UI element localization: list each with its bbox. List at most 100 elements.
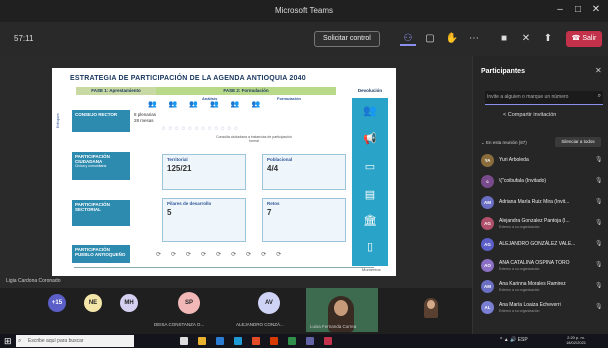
building-icon: 🏛	[363, 215, 377, 227]
mic-icon[interactable]: ✕	[518, 32, 534, 46]
teams-icon[interactable]	[306, 337, 314, 345]
more-participants-badge[interactable]: +15	[48, 294, 66, 312]
people-icon: 👥	[363, 105, 377, 117]
participant-name: \("coibufala (Invitado)	[499, 178, 547, 184]
request-control-button[interactable]: Solicitar control	[314, 31, 380, 47]
avatar: AO	[481, 259, 494, 272]
participant-strip: +15 NE MH SP DEISA CONSTANZA O... AV ALE…	[0, 288, 472, 334]
avatar: c	[481, 175, 494, 188]
tile-name: DEISA CONSTANZA O...	[154, 322, 205, 327]
avatar[interactable]: NE	[84, 294, 102, 312]
timeline-line	[74, 267, 374, 268]
meeting-circles-icons: ◌◌◌◌◌◌◌◌◌◌◌◌	[162, 126, 241, 132]
formulacion-subheader: Formulación	[277, 96, 302, 101]
participant-name: Alejandra Gonzalez Pantoja (I...	[499, 218, 570, 224]
presenter-name: Ligia Cardona Coronado	[6, 278, 61, 284]
mic-off-icon: 🎙	[595, 304, 603, 310]
participant-row[interactable]: AM Adriana María Ruiz Mira (Invit... 🎙	[481, 194, 605, 212]
windows-taskbar: ⊞ Escribe aquí para buscar ⌕ ^ ▲ 🔊 ESP 2…	[0, 334, 608, 348]
pilares-value: 5	[167, 208, 172, 217]
mute-all-button[interactable]: Silenciar a todos	[555, 137, 601, 147]
participant-row[interactable]: AL Ana María Loaiza Echeverri Externo a …	[481, 299, 605, 317]
panel-title: Participantes	[481, 68, 525, 75]
edge-icon[interactable]	[234, 337, 242, 345]
camera-icon[interactable]: ■	[496, 32, 512, 46]
poblacional-value: 4/4	[267, 164, 279, 173]
avatar: AG	[481, 217, 494, 230]
powerpoint-icon[interactable]	[252, 337, 260, 345]
devolucion-column: 👥 📢 ▭ ▤ 🏛 ▯	[352, 98, 388, 266]
app-icon[interactable]	[324, 337, 332, 345]
pilares-label: Pilares de desarrollo	[167, 201, 212, 206]
mic-off-icon: 🎙	[595, 157, 603, 163]
search-icon: ⌕	[18, 338, 22, 344]
file-explorer-icon[interactable]	[198, 337, 206, 345]
outlook-icon[interactable]	[216, 337, 224, 345]
shared-content-stage: ESTRATEGIA DE PARTICIPACIÓN DE LA AGENDA…	[0, 56, 472, 288]
in-meeting-header[interactable]: ⌄ En esta reunión (87)	[481, 140, 527, 146]
maximize-icon[interactable]: □	[570, 4, 586, 15]
participants-icon[interactable]: ⚇	[400, 32, 416, 46]
speaker-icon: 📢	[363, 133, 377, 145]
video-tile[interactable]: Luisa Fernanda Correa	[306, 288, 378, 332]
rector-mesas: 28 mesas	[134, 118, 154, 123]
territorial-value: 125/21	[167, 164, 192, 173]
avatar[interactable]: AV	[258, 292, 280, 314]
share-invite-label: Compartir invitación	[507, 112, 557, 118]
row-label-consejo: CONSEJO RECTOR	[72, 110, 130, 132]
close-icon[interactable]: ✕	[595, 66, 602, 75]
row-label-text: PARTICIPACIÓN PUEBLO ANTIOQUEÑO	[75, 247, 126, 257]
mic-off-icon: 🎙	[595, 283, 603, 289]
participant-row[interactable]: AO ANA CATALINA OSPINA TORO Externo a su…	[481, 257, 605, 275]
poblacional-label: Poblacional	[267, 157, 293, 162]
avatar: AG	[481, 238, 494, 251]
excel-icon[interactable]	[288, 337, 296, 345]
participant-subtitle: Externo a su organización	[499, 288, 540, 292]
leave-button[interactable]: ☎ Salir	[566, 31, 602, 47]
task-view-icon[interactable]	[180, 337, 188, 345]
reactions-icon[interactable]: ✋	[444, 32, 460, 46]
cycle-arrows-icons: ⟳⟳⟳⟳⟳⟳⟳⟳⟳	[156, 252, 292, 258]
taskbar-search-input[interactable]: Escribe aquí para buscar	[16, 335, 134, 347]
participant-row[interactable]: YA Yuri Arboleda 🎙	[481, 152, 605, 170]
chat-icon[interactable]: ▢	[422, 32, 438, 46]
share-invite-button[interactable]: < Compartir invitación	[503, 112, 556, 118]
search-input[interactable]: Invite a alguien o marque un número ⌕	[485, 91, 603, 105]
share-icon[interactable]: ⬆	[540, 32, 556, 46]
territorial-box: Territorial 125/21	[162, 154, 246, 190]
participant-subtitle: Externo a su organización	[499, 225, 540, 229]
avatar[interactable]: MH	[120, 294, 138, 312]
pilares-box: Pilares de desarrollo 5	[162, 198, 246, 242]
tile-name: ALEJANDRO CONZÁ...	[236, 322, 284, 327]
taskbar-clock[interactable]: 2:20 p. m. 18/02/2021	[566, 335, 586, 345]
devolucion-header: Devolución	[357, 88, 383, 93]
phase-2-header: FASE 2: Formulación	[156, 87, 336, 95]
participant-row[interactable]: c \("coibufala (Invitado) 🎙	[481, 173, 605, 191]
shared-slide: ESTRATEGIA DE PARTICIPACIÓN DE LA AGENDA…	[52, 68, 396, 276]
mic-off-icon: 🎙	[595, 220, 603, 226]
self-face	[427, 300, 435, 309]
mic-off-icon: 🎙	[595, 178, 603, 184]
document-icon: ▯	[366, 241, 374, 253]
avatar[interactable]: SP	[178, 292, 200, 314]
phase-1-header: FASE 1: Aprestamiento	[76, 87, 156, 95]
participant-row[interactable]: AG Alejandra Gonzalez Pantoja (I... Exte…	[481, 215, 605, 233]
taskbar-search-placeholder: Escribe aquí para buscar	[28, 338, 84, 344]
row-label-text: PARTICIPACIÓN CIUDADANA	[75, 154, 110, 164]
close-icon[interactable]: ✕	[588, 4, 604, 15]
meeting-timer: 57:11	[14, 34, 34, 43]
participant-subtitle: Externo a su organización	[499, 309, 540, 313]
participant-row[interactable]: AM Ana Karinna Morales Ramirez Externo a…	[481, 278, 605, 296]
leave-label: Salir	[582, 35, 597, 42]
meeting-toolbar: 57:11 Solicitar control ⚇ ▢ ✋ ⋯ ■ ✕ ⬆ ☎ …	[0, 22, 608, 56]
system-tray[interactable]: ^ ▲ 🔊 ESP	[500, 337, 528, 343]
search-placeholder: Invite a alguien o marque un número	[487, 94, 569, 100]
office-icon[interactable]	[270, 337, 278, 345]
avatar: AM	[481, 280, 494, 293]
participant-row[interactable]: AG ALEJANDRO GONZÁLEZ VALE... 🎙	[481, 236, 605, 254]
minimize-icon[interactable]: –	[552, 4, 568, 15]
windows-start-icon[interactable]: ⊞	[4, 336, 12, 346]
participant-name: ANA CATALINA OSPINA TORO	[499, 260, 570, 266]
more-icon[interactable]: ⋯	[466, 32, 482, 46]
retos-label: Retos	[267, 201, 280, 206]
